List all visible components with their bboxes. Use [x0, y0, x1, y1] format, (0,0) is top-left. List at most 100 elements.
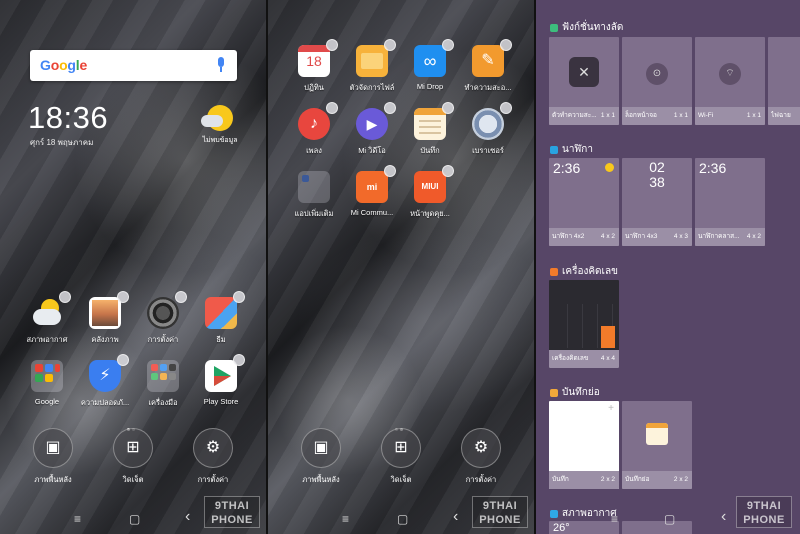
select-indicator — [117, 291, 129, 303]
mi-community-icon: mi — [356, 171, 388, 203]
wallpaper-button[interactable]: ▣ ภาพพื้นหลัง — [23, 428, 83, 486]
app-gallery[interactable]: คลังภาพ — [75, 291, 135, 346]
menu-button[interactable]: ≡ — [74, 512, 81, 526]
app-security[interactable]: ⚡ ความปลอดภั... — [75, 354, 135, 409]
widget-calculator[interactable]: เครื่องคิดเลข 4 x 4 — [549, 280, 619, 368]
clock-time[interactable]: 18:36 — [28, 100, 108, 136]
app-themes[interactable]: ธีม — [191, 291, 251, 346]
app-label: ธีม — [216, 335, 226, 344]
widgets-button[interactable]: ⊞ วิดเจ็ต — [103, 428, 163, 486]
widget-wifi[interactable]: ⌔ Wi-Fi 1 x 1 — [695, 37, 765, 125]
select-indicator — [175, 291, 187, 303]
settings-button[interactable]: ⚙ การตั้งค่า — [451, 428, 511, 486]
section-icon — [550, 267, 558, 276]
gear-icon — [147, 297, 179, 329]
calendar-day: 18 — [306, 53, 322, 69]
folder-icon — [31, 360, 63, 392]
app-label: Mi Drop — [416, 82, 444, 91]
widget-notes-2x2[interactable]: + บันทึก 2 x 2 — [549, 401, 619, 489]
app-calendar[interactable]: 18 ปฏิทิน — [284, 39, 344, 94]
widget-name: เครื่องคิดเลข — [552, 355, 589, 362]
section-icon — [550, 388, 558, 397]
home-button[interactable]: ▢ — [397, 512, 408, 526]
clock-minute: 38 — [649, 174, 665, 190]
dock-label: ภาพพื้นหลัง — [302, 475, 340, 484]
select-indicator — [233, 354, 245, 366]
widget-size: 1 x 1 — [600, 112, 615, 119]
section-notes: บันทึกย่อ — [550, 385, 600, 400]
widget-clock-classic[interactable]: 2:36 นาฬิกาคลาส... 4 x 2 — [695, 158, 765, 246]
widget-clock-4x2[interactable]: 2:36 นาฬิกา 4x2 4 x 2 — [549, 158, 619, 246]
weather-widget[interactable]: ไม่พบข้อมูล — [200, 105, 240, 146]
app-file-manager[interactable]: ตัวจัดการไฟล์ — [342, 39, 402, 94]
widget-name: นาฬิกา 4x3 — [625, 233, 658, 240]
app-label: แอปเพิ่มเติม — [294, 209, 334, 218]
folder-icon — [298, 171, 330, 203]
app-label: Play Store — [203, 397, 239, 406]
menu-button[interactable]: ≡ — [342, 512, 349, 526]
app-mi-drop[interactable]: ∞ Mi Drop — [400, 39, 460, 91]
app-label: Google — [34, 397, 60, 406]
widget-lock-screen[interactable]: ⊙ ล็อกหน้าจอ 1 x 1 — [622, 37, 692, 125]
widget-flashlight[interactable]: ไฟฉาย — [768, 37, 800, 125]
widgets-button[interactable]: ⊞ วิดเจ็ต — [371, 428, 431, 486]
tools-folder-icon — [147, 360, 179, 392]
app-mi-community[interactable]: mi Mi Commu... — [342, 165, 402, 217]
broom-icon: ✎ — [472, 45, 504, 77]
microphone-icon[interactable] — [217, 57, 225, 72]
app-weather[interactable]: สภาพอากาศ — [17, 291, 77, 346]
app-cleaner[interactable]: ✎ ทำความสะอ... — [458, 39, 518, 94]
widget-size: 1 x 1 — [673, 112, 688, 119]
select-indicator — [500, 102, 512, 114]
dock-label: วิดเจ็ต — [122, 475, 144, 484]
gear-icon: ⚙ — [193, 428, 233, 468]
app-label: ปฏิทิน — [304, 83, 324, 92]
app-play-store[interactable]: Play Store — [191, 354, 251, 406]
app-browser[interactable]: เบราเซอร์ — [458, 102, 518, 157]
app-more-apps-folder[interactable]: แอปเพิ่มเติม — [284, 171, 344, 220]
home-button[interactable]: ▢ — [664, 512, 675, 526]
home-button[interactable]: ▢ — [129, 512, 140, 526]
select-indicator — [233, 291, 245, 303]
app-label: Mi Commu... — [350, 208, 394, 217]
google-search-bar[interactable]: Google — [30, 50, 237, 81]
widget-name: บันทึกย่อ — [625, 476, 650, 483]
back-button[interactable]: ‹ — [453, 508, 458, 526]
app-tools-folder[interactable]: เครื่องมือ — [133, 360, 193, 409]
app-label: เพลง — [306, 146, 322, 155]
section-icon — [550, 23, 558, 32]
back-button[interactable]: ‹ — [721, 508, 726, 526]
app-page-screen: 18 ปฏิทิน ตัวจัดการไฟล์ ∞ Mi Drop ✎ ทำคว… — [268, 0, 534, 534]
widget-name: ล็อกหน้าจอ — [625, 112, 657, 119]
app-notes[interactable]: บันทึก — [400, 102, 460, 157]
app-music[interactable]: ♪ เพลง — [284, 102, 344, 157]
app-label: เบราเซอร์ — [472, 146, 504, 155]
clock-date: ศุกร์ 18 พฤษภาคม — [30, 138, 94, 147]
folder-icon — [356, 45, 388, 77]
settings-button[interactable]: ⚙ การตั้งค่า — [183, 428, 243, 486]
widget-cleaner[interactable]: ✕ ตัวทำความสะ... 1 x 1 — [549, 37, 619, 125]
widget-clock-4x3[interactable]: 02 38 นาฬิกา 4x3 4 x 3 — [622, 158, 692, 246]
wallpaper-button[interactable]: ▣ ภาพพื้นหลัง — [291, 428, 351, 486]
section-title: นาฬิกา — [562, 144, 593, 155]
app-label: ตัวจัดการไฟล์ — [349, 83, 395, 92]
add-icon: + — [608, 403, 614, 414]
app-label: ความปลอดภั... — [80, 398, 130, 407]
widget-size: 2 x 2 — [600, 476, 615, 483]
widget-memo-2x2[interactable]: บันทึกย่อ 2 x 2 — [622, 401, 692, 489]
back-button[interactable]: ‹ — [185, 508, 190, 526]
watermark-line1: 9THAI — [746, 500, 782, 512]
weather-app-icon — [31, 297, 63, 329]
select-indicator — [384, 39, 396, 51]
app-google-folder[interactable]: Google — [17, 360, 77, 406]
select-indicator — [442, 39, 454, 51]
app-mi-video[interactable]: ▶ Mi วิดีโอ — [342, 102, 402, 157]
app-miui-forum[interactable]: MIUI หน้าพูดคุย... — [400, 165, 460, 220]
dock-label: การตั้งค่า — [197, 475, 229, 484]
sun-icon — [605, 163, 614, 172]
app-settings[interactable]: การตั้งค่า — [133, 291, 193, 346]
wifi-icon: ⌔ — [719, 63, 741, 85]
widget-size: 4 x 3 — [673, 233, 688, 240]
menu-button[interactable]: ≡ — [611, 512, 618, 526]
widget-size: 4 x 2 — [600, 233, 615, 240]
